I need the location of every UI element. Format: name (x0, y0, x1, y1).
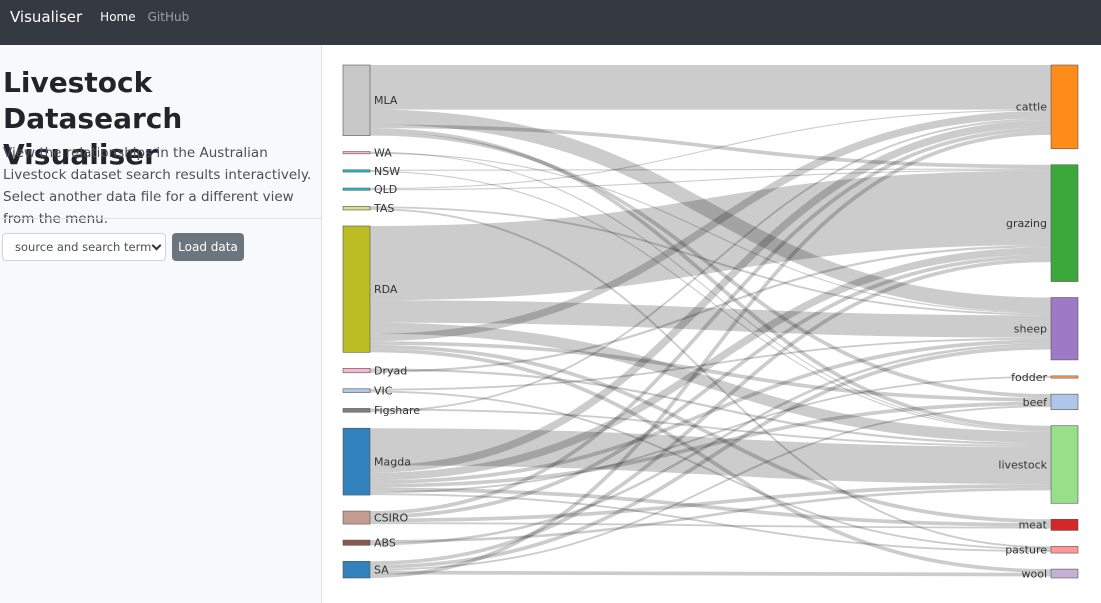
sankey-label-magda: Magda (374, 455, 411, 468)
sankey-label-mla: MLA (374, 94, 398, 107)
sankey-node-wool[interactable] (1050, 568, 1079, 579)
sankey-label-figshare: Figshare (374, 404, 420, 417)
sankey-link-nsw-grazing[interactable] (369, 168, 1052, 171)
sankey-node-rda[interactable] (342, 225, 371, 353)
sankey-label-wa: WA (374, 147, 392, 160)
brand-link[interactable]: Visualiser (10, 8, 82, 26)
nav-github-link[interactable]: GitHub (148, 10, 190, 24)
sankey-label-livestock: livestock (998, 458, 1047, 471)
sankey-link-rda-grazing[interactable] (369, 170, 1052, 301)
sankey-label-nsw: NSW (374, 165, 400, 178)
sankey-node-figshare[interactable] (342, 408, 371, 413)
sankey-label-rda: RDA (374, 283, 398, 296)
data-file-select-value: source and search term (15, 240, 152, 254)
load-data-button[interactable]: Load data (172, 233, 244, 261)
sankey-label-wool: wool (1021, 567, 1047, 580)
sankey-node-meat[interactable] (1050, 518, 1079, 531)
sankey-node-tas[interactable] (342, 205, 371, 211)
sankey-node-grazing[interactable] (1050, 164, 1079, 282)
chevron-down-icon (151, 240, 162, 251)
sankey-node-pasture[interactable] (1050, 546, 1079, 554)
data-file-select[interactable]: source and search term (2, 233, 166, 261)
sankey-label-grazing: grazing (1006, 217, 1047, 230)
navbar: Visualiser Home GitHub (0, 0, 1101, 45)
sankey-node-nsw[interactable] (342, 169, 371, 173)
sankey-label-sa: SA (374, 563, 389, 576)
sankey-label-vic: VIC (374, 384, 393, 397)
divider (0, 218, 321, 219)
sankey-label-cattle: cattle (1016, 101, 1047, 114)
sankey-label-tas: TAS (373, 202, 394, 215)
sankey-label-qld: QLD (374, 183, 397, 196)
sankey-node-livestock[interactable] (1050, 425, 1079, 504)
sankey-chart: MLA WA NSW QLD TAS RDA Dryad VIC Figshare Magda CS… (342, 64, 1079, 580)
sankey-node-sheep[interactable] (1050, 297, 1079, 361)
sankey-label-fodder: fodder (1011, 371, 1047, 384)
sankey-label-sheep: sheep (1014, 323, 1047, 336)
sankey-label-pasture: pasture (1005, 544, 1047, 557)
sankey-label-meat: meat (1018, 519, 1047, 532)
sankey-node-dryad[interactable] (342, 368, 371, 374)
sankey-node-wa[interactable] (342, 151, 371, 155)
sankey-label-csiro: CSIRO (374, 511, 409, 524)
sankey-node-magda[interactable] (342, 427, 371, 496)
sankey-node-csiro[interactable] (342, 510, 371, 525)
sankey-node-qld[interactable] (342, 187, 371, 191)
sankey-node-beef[interactable] (1050, 393, 1079, 411)
nav-home-link[interactable]: Home (100, 10, 135, 24)
sankey-label-beef: beef (1023, 396, 1049, 409)
sankey-node-cattle[interactable] (1050, 64, 1079, 150)
sankey-node-vic[interactable] (342, 388, 371, 393)
page-description: View the relationships in the Australian… (3, 145, 312, 227)
sankey-label-abs: ABS (374, 537, 396, 550)
sidebar: Livestock Datasearch Visualiser View the… (0, 45, 322, 603)
sankey-link-sa-wool[interactable] (369, 570, 1052, 577)
sankey-node-sa[interactable] (342, 560, 371, 579)
sankey-node-mla[interactable] (342, 64, 371, 136)
sankey-chart-area: MLA WA NSW QLD TAS RDA Dryad VIC Figshare Magda CS… (322, 45, 1101, 603)
sankey-node-fodder[interactable] (1050, 375, 1079, 379)
sankey-node-abs[interactable] (342, 539, 371, 546)
sankey-label-dryad: Dryad (374, 364, 407, 377)
